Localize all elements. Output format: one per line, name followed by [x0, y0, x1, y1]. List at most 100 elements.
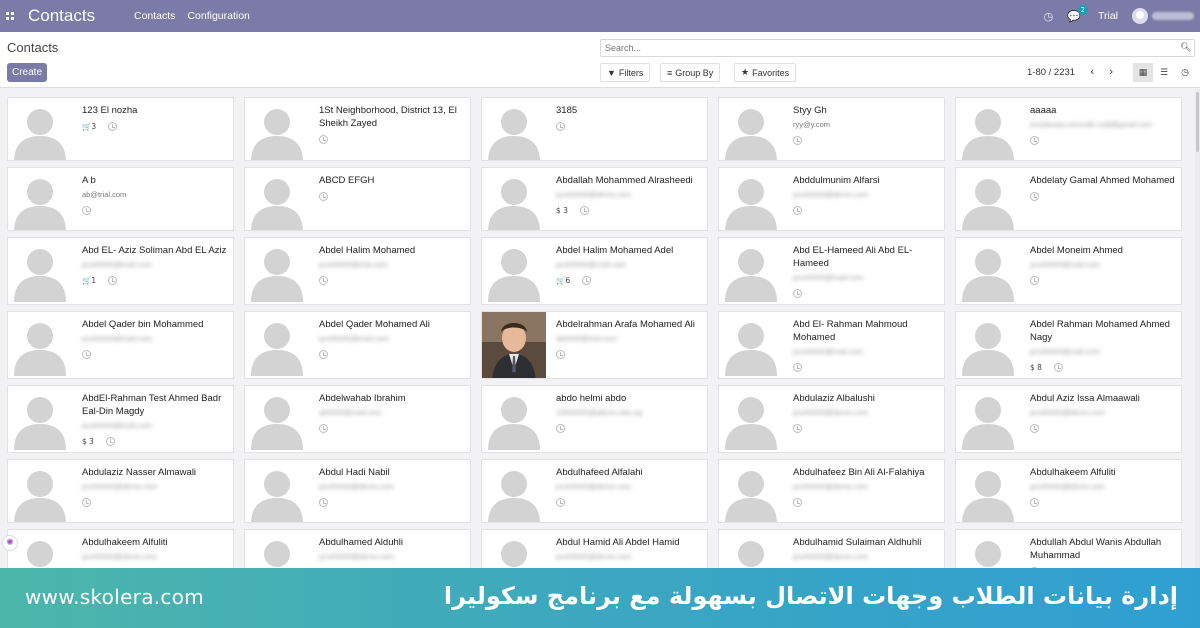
contact-card[interactable]: Abdelwahab Ibrahim ab0000@mail.com: [244, 385, 471, 453]
contact-email: pcs00000@demo.com: [556, 552, 632, 561]
contact-card[interactable]: Abd EL-Hameed Ali Abd EL-Hameed pcs00000@…: [718, 237, 945, 305]
contact-card[interactable]: Abd El- Rahman Mahmoud Mohamed pcs00000@m…: [718, 311, 945, 379]
contact-card[interactable]: Abdallah Mohammed Alrasheedi pcs00000@dem…: [481, 167, 708, 231]
activity-clock-icon[interactable]: [108, 121, 118, 131]
list-view-icon[interactable]: ☰: [1154, 63, 1174, 82]
contact-info: Abdel Halim Mohamed pcs00000@trial.com: [319, 244, 466, 286]
activity-clock-icon[interactable]: [108, 275, 118, 285]
menu-contacts[interactable]: Contacts: [128, 10, 181, 22]
contact-card[interactable]: Abdelrahman Arafa Mohamed Ali ab0000@tria…: [481, 311, 708, 379]
contact-meta: [1030, 190, 1177, 202]
contact-card[interactable]: Abdulhakeem Alfuliti pcs00000@demo.com: [955, 459, 1182, 523]
contact-card[interactable]: Styy Gh ryy@y.com: [718, 97, 945, 161]
activity-clock-icon[interactable]: [1030, 135, 1039, 145]
contact-card[interactable]: Abdel Qader bin Mohammed pcs00000@mail.co…: [7, 311, 234, 379]
activity-clock-icon[interactable]: [793, 288, 802, 298]
activity-clock-icon[interactable]: [793, 205, 802, 215]
apps-grid-icon[interactable]: [3, 9, 23, 23]
contact-card[interactable]: Abdel Rahman Mohamed Ahmed Nagy pcs00000@…: [955, 311, 1182, 379]
chat-icon[interactable]: 💬 2: [1067, 4, 1088, 23]
filters-button[interactable]: ▼ Filters: [600, 63, 651, 82]
activity-clock-icon[interactable]: [556, 349, 565, 359]
activity-clock-icon[interactable]: [319, 191, 328, 201]
activity-clock-icon[interactable]: [793, 135, 802, 145]
groupby-button[interactable]: ≡ Group By: [660, 63, 721, 82]
activity-clock-icon[interactable]: [319, 349, 328, 359]
pager-prev-icon[interactable]: ‹: [1090, 65, 1094, 78]
contact-card[interactable]: ABCD EFGH: [244, 167, 471, 231]
kanban-view-icon[interactable]: ▦: [1133, 63, 1153, 82]
contact-count-badge[interactable]: $ 3: [556, 206, 568, 215]
contact-card[interactable]: Abdul Hadi Nabil pcs00000@demo.com: [244, 459, 471, 523]
contact-card[interactable]: Abdul Hamid Ali Abdel Hamid pcs00000@demo…: [481, 529, 708, 569]
scrollbar-thumb[interactable]: [1196, 92, 1199, 152]
contact-card[interactable]: Abdel Halim Mohamed Adel pcs00000@mail.co…: [481, 237, 708, 305]
contact-count-badge[interactable]: 🛒6: [556, 276, 570, 285]
assistant-brain-icon[interactable]: ✺: [2, 535, 18, 551]
contact-card[interactable]: A b ab@trial.com: [7, 167, 234, 231]
contact-card[interactable]: aaaaa testaleeaa.nsnnsdk.csdt@gmail.com: [955, 97, 1182, 161]
scrollbar-track[interactable]: [1195, 89, 1200, 569]
company-switcher[interactable]: Trial: [1098, 10, 1118, 22]
activity-clock-icon[interactable]: [82, 349, 91, 359]
favorites-button[interactable]: ★ Favorites: [734, 63, 797, 82]
activity-view-icon[interactable]: ◷: [1175, 63, 1195, 82]
activity-clock-icon[interactable]: [582, 275, 592, 285]
contact-card[interactable]: 1St Neighborhood, District 13, El Sheikh…: [244, 97, 471, 161]
contact-count-badge[interactable]: 🛒1: [82, 276, 96, 285]
activity-clock-icon[interactable]: [1030, 191, 1039, 201]
create-button[interactable]: Create: [7, 63, 47, 82]
contact-email: pcs00000@trial.com: [319, 260, 388, 269]
activity-clock-icon[interactable]: [1030, 497, 1039, 507]
menu-configuration[interactable]: Configuration: [181, 10, 255, 22]
contact-card[interactable]: Abd EL- Aziz Soliman Abd EL Aziz pcs00000…: [7, 237, 234, 305]
pager-value[interactable]: 1-80 / 2231: [1027, 67, 1075, 78]
activity-clock-icon[interactable]: [319, 275, 328, 285]
contact-card[interactable]: Abdel Halim Mohamed pcs00000@trial.com: [244, 237, 471, 305]
pager-next-icon[interactable]: ›: [1109, 65, 1113, 78]
activity-clock-icon[interactable]: [793, 497, 802, 507]
contact-card[interactable]: Abdulhafeez Bin Ali Al-Falahiya pcs00000@…: [718, 459, 945, 523]
user-menu[interactable]: [1132, 8, 1194, 24]
search-input[interactable]: [605, 43, 1180, 53]
activity-clock-icon[interactable]: [579, 205, 589, 215]
activity-clock-icon[interactable]: [556, 497, 565, 507]
contact-email: ryy@y.com: [793, 120, 831, 129]
contact-card[interactable]: Abdelaty Gamal Ahmed Mohamed: [955, 167, 1182, 231]
contact-card[interactable]: Abdullah Abdul Wanis Abdullah Muhammad: [955, 529, 1182, 569]
activity-clock-icon[interactable]: [1030, 275, 1039, 285]
activity-clock-icon[interactable]: [319, 423, 328, 433]
contact-count-badge[interactable]: 🛒3: [82, 122, 96, 131]
contact-card[interactable]: Abddulmunim Alfarsi pcs00000@demo.com: [718, 167, 945, 231]
activity-clock-icon[interactable]: [1053, 362, 1063, 372]
activity-clock-icon[interactable]: [319, 497, 328, 507]
contact-count-badge[interactable]: $ 8: [1030, 363, 1042, 372]
contact-card[interactable]: 3185: [481, 97, 708, 161]
contact-card[interactable]: Abdulhamed Alduhli pcs00000@demo.com: [244, 529, 471, 569]
contact-card[interactable]: Abdul Aziz Issa Almaawali pcs00000@demo.c…: [955, 385, 1182, 453]
activity-clock-icon[interactable]: [556, 423, 565, 433]
app-brand[interactable]: Contacts: [28, 6, 128, 26]
contact-card[interactable]: Abdulhamid Sulaiman Aldhuhli pcs00000@dem…: [718, 529, 945, 569]
contact-card[interactable]: Abdulaziz Nasser Almawali pcs00000@demo.c…: [7, 459, 234, 523]
contact-card[interactable]: Abdulhafeed Alfalahi pcs00000@demo.com: [481, 459, 708, 523]
clock-icon[interactable]: ◷: [1044, 10, 1054, 23]
contact-card[interactable]: 123 El nozha 🛒3: [7, 97, 234, 161]
activity-clock-icon[interactable]: [105, 436, 115, 446]
contact-card[interactable]: Abdel Moneim Ahmed pcs00000@mail.com: [955, 237, 1182, 305]
contact-card[interactable]: Abdulaziz Albalushi pcs00000@demo.com: [718, 385, 945, 453]
activity-clock-icon[interactable]: [82, 497, 91, 507]
activity-clock-icon[interactable]: [793, 423, 802, 433]
contact-card[interactable]: abdo helmi abdo 10000000@aboss.edu.eg: [481, 385, 708, 453]
activity-clock-icon[interactable]: [82, 205, 91, 215]
contact-card[interactable]: Abdulhakeem Alfuliti pcs00000@demo.com: [7, 529, 234, 569]
contact-card[interactable]: AbdEl-Rahman Test Ahmed Badr Eal-Din Mag…: [7, 385, 234, 453]
activity-clock-icon[interactable]: [793, 362, 802, 372]
contact-card[interactable]: Abdel Qader Mohamed Ali pcs00000@mail.com: [244, 311, 471, 379]
activity-clock-icon[interactable]: [556, 121, 565, 131]
avatar-placeholder-icon: [956, 98, 1020, 160]
activity-clock-icon[interactable]: [319, 134, 328, 144]
contact-count-badge[interactable]: $ 3: [82, 437, 94, 446]
activity-clock-icon[interactable]: [1030, 423, 1039, 433]
search-icon[interactable]: 🔍︎: [1180, 43, 1194, 53]
